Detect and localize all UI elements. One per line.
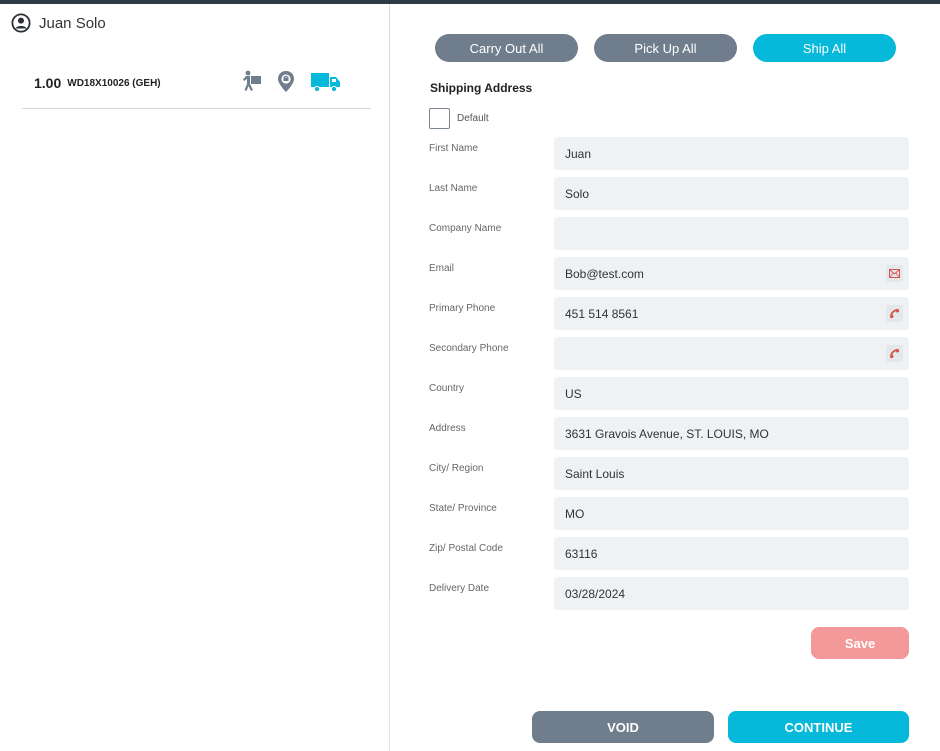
- address-label: Address: [429, 423, 466, 434]
- shipping-address-title: Shipping Address: [430, 81, 533, 95]
- item-sku: WD18X10026 (GEH): [67, 77, 161, 89]
- save-button[interactable]: Save: [811, 627, 909, 659]
- phone-icon[interactable]: [886, 345, 903, 362]
- first-name-field[interactable]: Juan: [554, 137, 909, 170]
- carry-out-icon[interactable]: [242, 70, 262, 99]
- order-item-row[interactable]: 1.00 WD18X10026 (GEH): [34, 68, 374, 98]
- city-label: City/ Region: [429, 463, 484, 474]
- envelope-icon[interactable]: [886, 265, 903, 282]
- company-name-label: Company Name: [429, 223, 502, 234]
- state-label: State/ Province: [429, 503, 497, 514]
- zip-field[interactable]: 63116: [554, 537, 909, 570]
- state-field[interactable]: MO: [554, 497, 909, 530]
- last-name-label: Last Name: [429, 183, 478, 194]
- item-quantity: 1.00: [34, 75, 62, 91]
- country-label: Country: [429, 383, 465, 394]
- shipping-panel: Carry Out All Pick Up All Ship All Shipp…: [390, 4, 940, 751]
- phone-icon[interactable]: [886, 305, 903, 322]
- email-label: Email: [429, 263, 455, 274]
- carry-out-all-button[interactable]: Carry Out All: [435, 34, 578, 62]
- order-items-panel: Juan Solo 1.00 WD18X10026 (GEH): [0, 4, 390, 751]
- default-address-option[interactable]: Default: [429, 108, 489, 129]
- email-field[interactable]: Bob@test.com: [554, 257, 909, 290]
- default-checkbox[interactable]: [429, 108, 450, 129]
- primary-phone-field[interactable]: 451 514 8561: [554, 297, 909, 330]
- customer-name: Juan Solo: [39, 14, 106, 32]
- fulfillment-icons: [242, 70, 342, 99]
- country-field[interactable]: US: [554, 377, 909, 410]
- item-divider: [22, 108, 371, 109]
- primary-phone-value: 451 514 8561: [565, 306, 639, 321]
- city-field[interactable]: Saint Louis: [554, 457, 909, 490]
- delivery-date-field[interactable]: 03/28/2024: [554, 577, 909, 610]
- pick-up-all-button[interactable]: Pick Up All: [594, 34, 737, 62]
- address-field[interactable]: 3631 Gravois Avenue, ST. LOUIS, MO: [554, 417, 909, 450]
- continue-button[interactable]: CONTINUE: [728, 711, 909, 743]
- primary-phone-label: Primary Phone: [429, 303, 496, 314]
- pick-up-location-icon[interactable]: [277, 70, 295, 99]
- user-circle-icon: [11, 13, 31, 33]
- email-value: Bob@test.com: [565, 266, 644, 281]
- default-label: Default: [457, 113, 489, 124]
- customer-header[interactable]: Juan Solo: [11, 13, 106, 33]
- secondary-phone-field[interactable]: [554, 337, 909, 370]
- secondary-phone-label: Secondary Phone: [429, 343, 509, 354]
- zip-label: Zip/ Postal Code: [429, 543, 503, 554]
- void-button[interactable]: VOID: [532, 711, 714, 743]
- ship-all-button[interactable]: Ship All: [753, 34, 896, 62]
- company-name-field[interactable]: [554, 217, 909, 250]
- delivery-date-label: Delivery Date: [429, 583, 490, 594]
- last-name-field[interactable]: Solo: [554, 177, 909, 210]
- first-name-label: First Name: [429, 143, 478, 154]
- ship-truck-icon[interactable]: [310, 70, 342, 99]
